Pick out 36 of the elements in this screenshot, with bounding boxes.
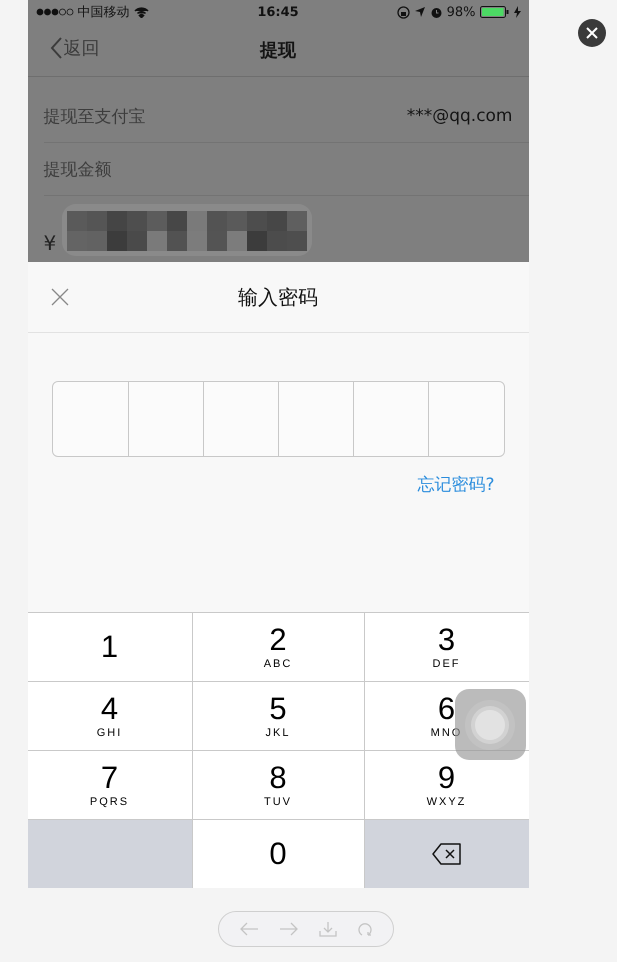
keypad-key[interactable]: 5 JKL bbox=[192, 682, 364, 750]
battery-icon bbox=[480, 6, 510, 18]
carrier-name: 中国移动 bbox=[78, 4, 130, 21]
close-button[interactable] bbox=[578, 19, 606, 47]
row-value: ***@qq.com bbox=[406, 106, 512, 126]
keypad-key[interactable]: 2 ABC bbox=[192, 613, 364, 681]
location-icon bbox=[414, 6, 426, 18]
wifi-icon bbox=[134, 6, 148, 18]
charging-icon bbox=[514, 6, 521, 18]
status-time: 16:45 bbox=[257, 4, 299, 20]
battery-percent: 98% bbox=[446, 4, 476, 20]
row-label: 提现金额 bbox=[44, 158, 112, 180]
rotate-icon[interactable] bbox=[357, 921, 373, 937]
currency-symbol: ¥ bbox=[44, 232, 56, 254]
dialog-title: 输入密码 bbox=[238, 284, 318, 310]
delete-key[interactable] bbox=[364, 820, 528, 888]
keypad-key[interactable]: 8 TUV bbox=[192, 751, 364, 819]
keypad-key[interactable]: 1 bbox=[28, 613, 192, 681]
arrow-right-icon[interactable] bbox=[279, 922, 299, 936]
signal-icon bbox=[36, 8, 74, 16]
page-title: 提现 bbox=[260, 39, 296, 62]
close-icon[interactable] bbox=[50, 287, 70, 307]
keypad-key[interactable]: 0 bbox=[192, 820, 364, 888]
rotation-lock-icon bbox=[396, 6, 410, 18]
keypad-key[interactable]: 7 PQRS bbox=[28, 751, 192, 819]
arrow-left-icon[interactable] bbox=[239, 922, 259, 936]
row-label: 提现至支付宝 bbox=[44, 106, 146, 128]
download-icon[interactable] bbox=[319, 921, 337, 937]
backspace-icon bbox=[432, 843, 462, 865]
keypad-key[interactable]: 3 DEF bbox=[364, 613, 528, 681]
password-field[interactable] bbox=[52, 381, 504, 457]
keypad-key[interactable]: 9 WXYZ bbox=[364, 751, 528, 819]
alarm-icon bbox=[430, 6, 443, 18]
chevron-left-icon bbox=[50, 37, 62, 59]
keypad-key[interactable]: 4 GHI bbox=[28, 682, 192, 750]
close-icon bbox=[586, 27, 598, 39]
